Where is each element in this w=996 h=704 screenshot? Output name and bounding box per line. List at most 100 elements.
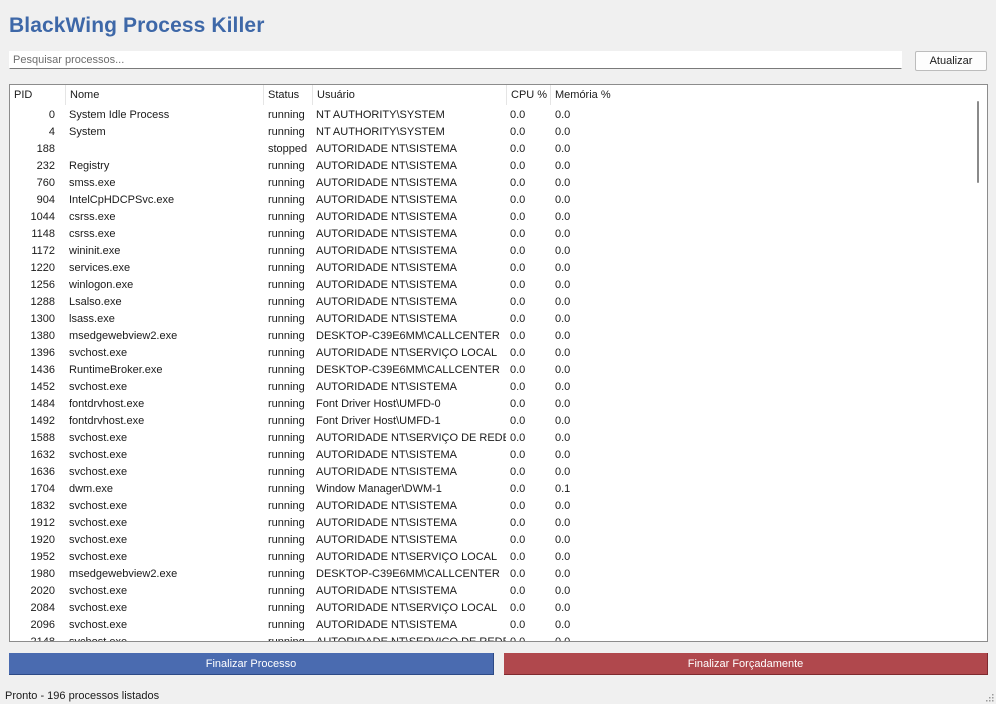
cell-user: AUTORIDADE NT\SISTEMA bbox=[316, 228, 457, 240]
cell-pid: 1484 bbox=[30, 398, 55, 410]
column-header-memory[interactable]: Memória % bbox=[551, 85, 971, 105]
cell-name: svchost.exe bbox=[69, 534, 128, 546]
table-row[interactable]: 1636 svchost.exe running AUTORIDADE NT\SIST… bbox=[10, 464, 971, 481]
cell-name: RuntimeBroker.exe bbox=[69, 364, 163, 376]
process-table[interactable]: PID Nome Status Usuário CPU % Memória % … bbox=[9, 84, 988, 642]
cell-memory: 0.0 bbox=[555, 262, 571, 274]
table-row[interactable]: 2020 svchost.exe running AUTORIDADE NT\SIST… bbox=[10, 583, 971, 600]
cell-status: running bbox=[268, 347, 305, 359]
table-row[interactable]: 1704 dwm.exe running Window Manager\DWM-1 0.… bbox=[10, 481, 971, 498]
table-row[interactable]: 1288 Lsalso.exe running AUTORIDADE NT\SISTE… bbox=[10, 294, 971, 311]
search-input[interactable] bbox=[9, 51, 902, 69]
column-header-user[interactable]: Usuário bbox=[313, 85, 507, 105]
table-row[interactable]: 1172 wininit.exe running AUTORIDADE NT\SIST… bbox=[10, 243, 971, 260]
cell-user: NT AUTHORITY\SYSTEM bbox=[316, 126, 445, 138]
table-row[interactable]: 1484 fontdrvhost.exe running Font Driver Ho… bbox=[10, 396, 971, 413]
table-row[interactable]: 0 System Idle Process running NT AUTHORITY\… bbox=[10, 107, 971, 124]
table-row[interactable]: 1452 svchost.exe running AUTORIDADE NT\SIST… bbox=[10, 379, 971, 396]
cell-memory: 0.0 bbox=[555, 619, 571, 631]
cell-name: csrss.exe bbox=[69, 228, 116, 240]
cell-cpu: 0.0 bbox=[510, 602, 526, 614]
cell-name: svchost.exe bbox=[69, 347, 128, 359]
table-row[interactable]: 1044 csrss.exe running AUTORIDADE NT\SISTEM… bbox=[10, 209, 971, 226]
scrollbar-thumb[interactable] bbox=[977, 101, 979, 183]
table-row[interactable]: 4 System running NT AUTHORITY\SYSTEM 0.0 0.0 bbox=[10, 124, 971, 141]
cell-pid: 1636 bbox=[30, 466, 55, 478]
cell-memory: 0.0 bbox=[555, 330, 571, 342]
table-row[interactable]: 232 Registry running AUTORIDADE NT\SISTEMA 0… bbox=[10, 158, 971, 175]
cell-name: lsass.exe bbox=[69, 313, 115, 325]
cell-status: running bbox=[268, 160, 305, 172]
table-row[interactable]: 904 IntelCpHDCPSvc.exe running AUTORIDADE N… bbox=[10, 192, 971, 209]
kill-process-button[interactable]: Finalizar Processo bbox=[9, 653, 494, 675]
cell-status: running bbox=[268, 500, 305, 512]
table-row[interactable]: 1980 msedgewebview2.exe running DESKTOP-C39… bbox=[10, 566, 971, 583]
cell-status: running bbox=[268, 279, 305, 291]
column-header-cpu[interactable]: CPU % bbox=[507, 85, 551, 105]
cell-cpu: 0.0 bbox=[510, 211, 526, 223]
table-row[interactable]: 2148 svchost.exe running AUTORIDADE NT\SERV… bbox=[10, 634, 971, 642]
cell-status: running bbox=[268, 483, 305, 495]
table-row[interactable]: 1380 msedgewebview2.exe running DESKTOP-C39… bbox=[10, 328, 971, 345]
cell-user: AUTORIDADE NT\SISTEMA bbox=[316, 449, 457, 461]
cell-cpu: 0.0 bbox=[510, 262, 526, 274]
cell-memory: 0.0 bbox=[555, 177, 571, 189]
cell-pid: 1256 bbox=[30, 279, 55, 291]
cell-cpu: 0.0 bbox=[510, 381, 526, 393]
table-row[interactable]: 1220 services.exe running AUTORIDADE NT\SIS… bbox=[10, 260, 971, 277]
table-row[interactable]: 1256 winlogon.exe running AUTORIDADE NT\SIS… bbox=[10, 277, 971, 294]
table-row[interactable]: 1396 svchost.exe running AUTORIDADE NT\SERV… bbox=[10, 345, 971, 362]
cell-pid: 0 bbox=[48, 109, 55, 121]
cell-pid: 1380 bbox=[30, 330, 55, 342]
table-row[interactable]: 1912 svchost.exe running AUTORIDADE NT\SIST… bbox=[10, 515, 971, 532]
table-row[interactable]: 1952 svchost.exe running AUTORIDADE NT\SERV… bbox=[10, 549, 971, 566]
cell-cpu: 0.0 bbox=[510, 415, 526, 427]
table-row[interactable]: 2084 svchost.exe running AUTORIDADE NT\SERV… bbox=[10, 600, 971, 617]
column-header-pid[interactable]: PID bbox=[10, 85, 66, 105]
cell-pid: 2020 bbox=[30, 585, 55, 597]
cell-memory: 0.0 bbox=[555, 415, 571, 427]
cell-name: msedgewebview2.exe bbox=[69, 568, 178, 580]
cell-cpu: 0.0 bbox=[510, 636, 526, 642]
cell-user: DESKTOP-C39E6MM\CALLCENTER bbox=[316, 568, 500, 580]
cell-name: System bbox=[69, 126, 106, 138]
cell-user: AUTORIDADE NT\SISTEMA bbox=[316, 517, 457, 529]
table-row[interactable]: 1632 svchost.exe running AUTORIDADE NT\SIST… bbox=[10, 447, 971, 464]
cell-user: AUTORIDADE NT\SISTEMA bbox=[316, 177, 457, 189]
cell-pid: 1436 bbox=[30, 364, 55, 376]
cell-pid: 188 bbox=[36, 143, 55, 155]
cell-name: Registry bbox=[69, 160, 110, 172]
cell-memory: 0.0 bbox=[555, 381, 571, 393]
cell-status: running bbox=[268, 126, 305, 138]
table-row[interactable]: 1588 svchost.exe running AUTORIDADE NT\SERV… bbox=[10, 430, 971, 447]
table-row[interactable]: 760 smss.exe running AUTORIDADE NT\SISTEMA 0… bbox=[10, 175, 971, 192]
cell-name: svchost.exe bbox=[69, 381, 128, 393]
table-row[interactable]: 1492 fontdrvhost.exe running Font Driver Ho… bbox=[10, 413, 971, 430]
resize-grip-icon[interactable] bbox=[984, 692, 994, 702]
cell-memory: 0.0 bbox=[555, 432, 571, 444]
cell-name: smss.exe bbox=[69, 177, 116, 189]
table-row[interactable]: 2096 svchost.exe running AUTORIDADE NT\SIST… bbox=[10, 617, 971, 634]
cell-status: running bbox=[268, 619, 305, 631]
cell-name: services.exe bbox=[69, 262, 131, 274]
cell-cpu: 0.0 bbox=[510, 619, 526, 631]
column-header-name[interactable]: Nome bbox=[66, 85, 264, 105]
cell-memory: 0.0 bbox=[555, 517, 571, 529]
cell-user: AUTORIDADE NT\SISTEMA bbox=[316, 245, 457, 257]
table-row[interactable]: 1920 svchost.exe running AUTORIDADE NT\SIST… bbox=[10, 532, 971, 549]
cell-cpu: 0.0 bbox=[510, 126, 526, 138]
table-row[interactable]: 1832 svchost.exe running AUTORIDADE NT\SIST… bbox=[10, 498, 971, 515]
vertical-scrollbar[interactable] bbox=[971, 85, 987, 641]
table-row[interactable]: 188 stopped AUTORIDADE NT\SISTEMA 0.0 0.0 bbox=[10, 141, 971, 158]
column-header-status[interactable]: Status bbox=[264, 85, 313, 105]
cell-user: AUTORIDADE NT\SISTEMA bbox=[316, 466, 457, 478]
table-header: PID Nome Status Usuário CPU % Memória % bbox=[10, 85, 971, 105]
table-row[interactable]: 1436 RuntimeBroker.exe running DESKTOP-C39E… bbox=[10, 362, 971, 379]
cell-cpu: 0.0 bbox=[510, 517, 526, 529]
table-row[interactable]: 1300 lsass.exe running AUTORIDADE NT\SISTEM… bbox=[10, 311, 971, 328]
cell-cpu: 0.0 bbox=[510, 466, 526, 478]
force-kill-button[interactable]: Finalizar Forçadamente bbox=[504, 653, 988, 675]
cell-status: running bbox=[268, 534, 305, 546]
refresh-button[interactable]: Atualizar bbox=[915, 51, 987, 71]
table-row[interactable]: 1148 csrss.exe running AUTORIDADE NT\SISTEM… bbox=[10, 226, 971, 243]
